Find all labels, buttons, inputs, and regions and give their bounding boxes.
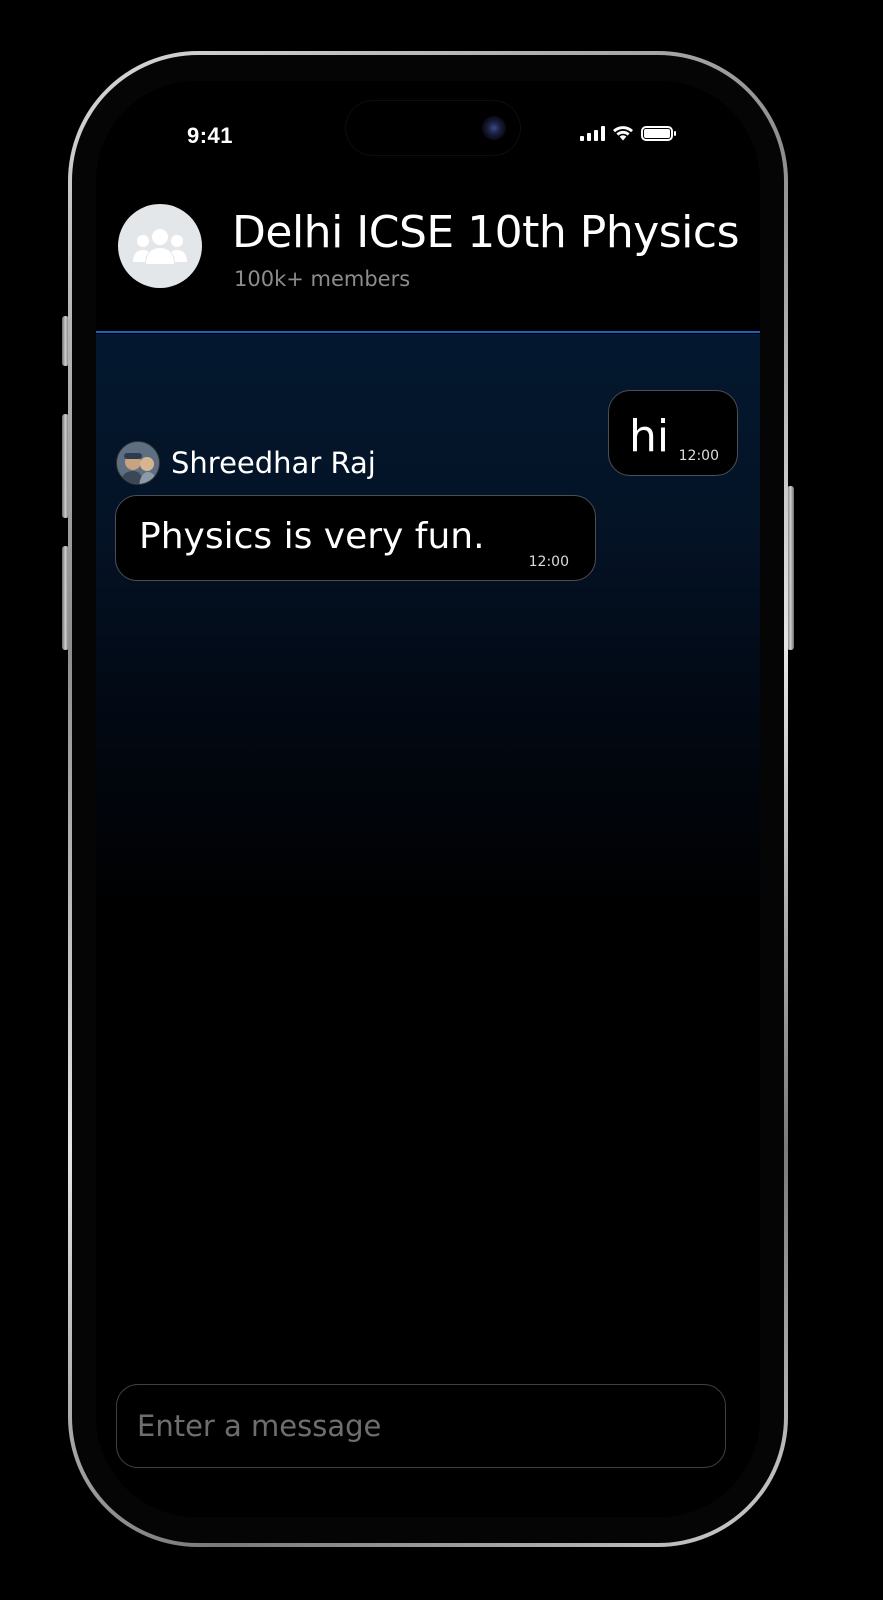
- phone-frame: 9:41 Delhi ICSE 10th Physics 100k+ membe…: [68, 51, 788, 1547]
- status-time: 9:41: [187, 123, 234, 148]
- chat-area[interactable]: hi 12:00 Shreedhar Raj Physics is very f…: [96, 334, 760, 1384]
- group-member-count: 100k+ members: [234, 267, 411, 291]
- group-icon: [133, 229, 187, 264]
- chat-header: Delhi ICSE 10th Physics 100k+ members: [96, 191, 760, 333]
- wifi-icon: [613, 126, 633, 141]
- message-text: hi: [629, 411, 670, 462]
- outgoing-message-bubble[interactable]: hi 12:00: [608, 390, 738, 476]
- stage: 9:41 Delhi ICSE 10th Physics 100k+ membe…: [0, 0, 883, 1600]
- message-time: 12:00: [528, 554, 569, 570]
- status-bar: 9:41: [96, 81, 760, 171]
- cellular-signal-icon: [580, 125, 605, 141]
- sender-row: Shreedhar Raj: [116, 441, 376, 485]
- incoming-message-bubble[interactable]: Physics is very fun. 12:00: [115, 495, 596, 581]
- sender-avatar[interactable]: [116, 441, 160, 485]
- message-input[interactable]: [116, 1384, 726, 1468]
- power-button: [787, 486, 794, 650]
- status-icons: [580, 125, 676, 141]
- phone-screen: 9:41 Delhi ICSE 10th Physics 100k+ membe…: [96, 81, 760, 1517]
- battery-level: [644, 128, 670, 138]
- group-avatar[interactable]: [118, 204, 202, 288]
- dynamic-island: [346, 101, 520, 155]
- battery-icon: [641, 125, 676, 141]
- sender-photo: [117, 442, 159, 484]
- message-time: 12:00: [678, 448, 719, 464]
- front-camera-icon: [482, 116, 506, 140]
- sender-name[interactable]: Shreedhar Raj: [171, 446, 376, 480]
- message-text: Physics is very fun.: [139, 516, 485, 557]
- phone-bezel: 9:41 Delhi ICSE 10th Physics 100k+ membe…: [72, 55, 784, 1543]
- group-title[interactable]: Delhi ICSE 10th Physics: [232, 207, 740, 258]
